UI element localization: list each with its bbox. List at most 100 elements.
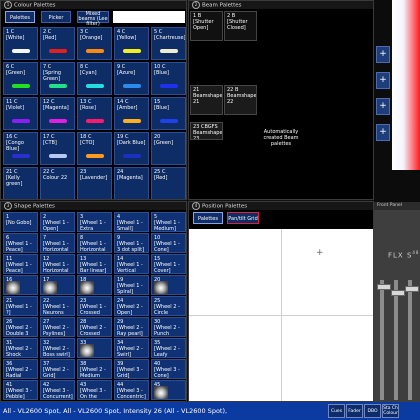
shape-palette-tile[interactable]: 22[Wheel 1 - Neurons V2] (40, 296, 75, 316)
shape-palette-tile[interactable]: 20 (151, 275, 186, 295)
palette-label: [Wheel 1 - Horizontal stbs] (80, 241, 106, 253)
tab-palettes[interactable]: Palettes (193, 212, 223, 224)
shape-palette-tile[interactable]: 3[Wheel 1 - Extra small] (77, 212, 112, 232)
shape-palette-tile[interactable]: 37 [Wheel 2 - Grid] (40, 359, 75, 379)
beam-palette-tile[interactable]: 22 B Beamshape 22 (224, 85, 257, 115)
shape-palette-tile[interactable]: 40 [Wheel 3 - Cone] (151, 359, 186, 379)
shape-palette-tile[interactable]: 26[Wheel 2 - Double 3 flicks] (3, 317, 38, 337)
fader-1-cap[interactable] (377, 284, 391, 290)
colour-palette-tile[interactable]: 25 C [Red] (151, 167, 186, 199)
shape-palette-tile[interactable]: 1 [No Gobo] (3, 212, 38, 232)
colour-palette-tile[interactable]: 12 C [Magenta] (40, 97, 75, 130)
shape-palette-tile[interactable]: 33 (77, 338, 112, 358)
shape-palette-tile[interactable]: 21 [Wheel 1 - ?] (3, 296, 38, 316)
palette-label: [Wheel 1 - Vertical stbs] (117, 262, 143, 274)
shape-palette-tile[interactable]: 34 [Wheel 2 - Swirl] (114, 338, 149, 358)
shape-palette-tile[interactable]: 39 [Wheel 3 - Grid] (114, 359, 149, 379)
colour-palette-tile[interactable]: 1 C [White] (3, 27, 38, 60)
colour-picker-preview[interactable] (392, 0, 420, 170)
colour-palette-tile[interactable]: 6 C [Green] (3, 62, 38, 95)
shape-palette-tile[interactable]: 38[Wheel 2 - Medium circle] (77, 359, 112, 379)
fader-2-cap[interactable] (391, 290, 405, 296)
beam-palette-tile[interactable]: 1 B [Shutter Open] (190, 11, 223, 41)
shape-palette-tile[interactable]: 19 [Wheel 1 - Spiral] (114, 275, 149, 295)
colour-palette-tile[interactable]: 24 [Magenta] (114, 167, 149, 199)
grid-line-horizontal (189, 315, 373, 316)
shape-palette-tile[interactable]: 11 [Wheel 1 - Peace] (3, 254, 38, 274)
colour-palette-tile[interactable]: 13 C [Rose] (77, 97, 112, 130)
shape-palette-tile[interactable]: 14[Wheel 1 - Vertical stbs] (114, 254, 149, 274)
shape-palette-tile[interactable]: 8[Wheel 1 - Horizontal stbs] (77, 233, 112, 253)
shape-palette-tile[interactable]: 45 (151, 380, 186, 400)
shape-palette-tile[interactable]: 43[Wheel 3 - On the rocks] (77, 380, 112, 400)
colour-palette-tile[interactable]: 16 C [Congo Blue] (3, 132, 38, 165)
colour-palette-tile[interactable]: 14 C [Amber] (114, 97, 149, 130)
colour-palette-tile[interactable]: 3 C [Orange] (77, 27, 112, 60)
tab-pan-tilt-grid[interactable]: Pan/tilt Grid (227, 212, 259, 224)
colour-palette-tile[interactable]: 19 C [Dark Blue] (114, 132, 149, 165)
shape-palette-tile[interactable]: 29 [Wheel 2 - Ray pearl] (114, 317, 149, 337)
shape-palette-tile[interactable]: 9 [Wheel 1 - 3 dot split] (114, 233, 149, 253)
shape-palette-tile[interactable]: 41 [Wheel 3 - Pebble] (3, 380, 38, 400)
shape-palette-tile[interactable]: 35[Wheel 2 - Leafy breakout] (151, 338, 186, 358)
fader-3-cap[interactable] (405, 286, 419, 292)
plus-button-4[interactable]: + (376, 124, 390, 141)
colour-palette-tile[interactable]: 21 C [Kelly green] (3, 167, 38, 199)
tab-palettes[interactable]: Palettes (5, 11, 35, 23)
cues-button[interactable]: Cues (328, 404, 345, 418)
shape-palette-tile[interactable]: 27 [Wheel 2 - Psylines] (40, 317, 75, 337)
shape-palette-tile[interactable]: 5 [Wheel 1 - Medium] (151, 212, 186, 232)
fader-2[interactable] (391, 280, 405, 400)
shape-palette-tile[interactable]: 2 [Wheel 1 - Open] (40, 212, 75, 232)
shape-palette-tile[interactable]: 31[Wheel 2 - Shock breakout] (3, 338, 38, 358)
colour-palette-tile[interactable]: 11 C [Violet] (3, 97, 38, 130)
mixed-beams-toggle[interactable]: Mixed beams (Lee filter) (77, 11, 109, 27)
colour-palettes-filter-input[interactable] (113, 11, 185, 23)
plus-button-2[interactable]: + (376, 72, 390, 89)
colour-palette-tile[interactable]: 2 C [Red] (40, 27, 75, 60)
shape-palette-tile[interactable]: 6 [Wheel 1 - Peace] (3, 233, 38, 253)
beam-palette-tile[interactable]: 21 Beamshape 21 (190, 85, 223, 115)
shape-palette-tile[interactable]: 10 [Wheel 1 - Cone] (151, 233, 186, 253)
shape-palette-tile[interactable]: 15 [Wheel 1 - Cover] (151, 254, 186, 274)
colour-palette-tile[interactable]: 23 [Lavender] (77, 167, 112, 199)
shape-palette-tile[interactable]: 30[Wheel 2 - Punch card] (151, 317, 186, 337)
colour-palette-tile[interactable]: 20 [Green] (151, 132, 186, 165)
fader-1[interactable] (377, 280, 391, 400)
fader-button[interactable]: Fader (346, 404, 363, 418)
shape-palette-tile[interactable]: 25[Wheel 2 - Circle space] (151, 296, 186, 316)
fader-3[interactable] (405, 280, 419, 400)
sta-ch-colour-button[interactable]: Sta Ch Colour (382, 404, 399, 418)
shape-palette-tile[interactable]: 32 [Wheel 2 - Boss swirl] (40, 338, 75, 358)
beam-palette-tile[interactable]: 2 B [Shutter Closed] (224, 11, 257, 41)
shape-palette-tile[interactable]: 13 [Wheel 1 - Bar linear] (77, 254, 112, 274)
beam-palette-tile[interactable]: 23 CBGFS Beamshape 23 (190, 122, 223, 140)
shape-palette-tile[interactable]: 44 [Wheel 3 - Concentric] (114, 380, 149, 400)
colour-palette-tile[interactable]: 15 [Blue] (151, 97, 186, 130)
shape-palette-tile[interactable]: 18 (77, 275, 112, 295)
colour-palette-tile[interactable]: 22 C Colour 22 (40, 167, 75, 199)
shape-palette-tile[interactable]: 24 [Wheel 2 - Open] (114, 296, 149, 316)
colour-palette-tile[interactable]: 4 C [Yellow] (114, 27, 149, 60)
plus-button-1[interactable]: + (376, 46, 390, 63)
shape-palette-tile[interactable]: 16 (3, 275, 38, 295)
shape-palette-tile[interactable]: 28[Wheel 2 - Crossed bars] (77, 317, 112, 337)
tab-picker[interactable]: Picker (41, 11, 71, 23)
colour-palette-tile[interactable]: 17 C [CTB] (40, 132, 75, 165)
shape-palette-tile[interactable]: 42 [Wheel 3 - Concurrent] (40, 380, 75, 400)
colour-palette-tile[interactable]: 5 C [Chartreuse] (151, 27, 186, 60)
plus-button-3[interactable]: + (376, 98, 390, 115)
pan-tilt-grid[interactable]: + (189, 229, 373, 401)
colour-palette-tile[interactable]: 10 C [Blue] (151, 62, 186, 95)
shape-palette-tile[interactable]: 23[Wheel 1 - Crossed bars] (77, 296, 112, 316)
colour-palette-tile[interactable]: 9 C [Azure] (114, 62, 149, 95)
colour-palette-tile[interactable]: 8 C [Cyan] (77, 62, 112, 95)
colour-palette-tile[interactable]: 7 C [Spring Green] (40, 62, 75, 95)
shape-palette-tile[interactable]: 4 [Wheel 1 - Small] (114, 212, 149, 232)
colour-palette-tile[interactable]: 18 C [CTO] (77, 132, 112, 165)
shape-palette-tile[interactable]: 12[Wheel 1 - Horizontal bars] (40, 254, 75, 274)
shape-palette-tile[interactable]: 36[Wheel 2 - Radial breakout] (3, 359, 38, 379)
shape-palette-tile[interactable]: 7[Wheel 1 - Horizontal bars] (40, 233, 75, 253)
shape-palette-tile[interactable]: 17 (40, 275, 75, 295)
dbo-button[interactable]: DBO (364, 404, 381, 418)
